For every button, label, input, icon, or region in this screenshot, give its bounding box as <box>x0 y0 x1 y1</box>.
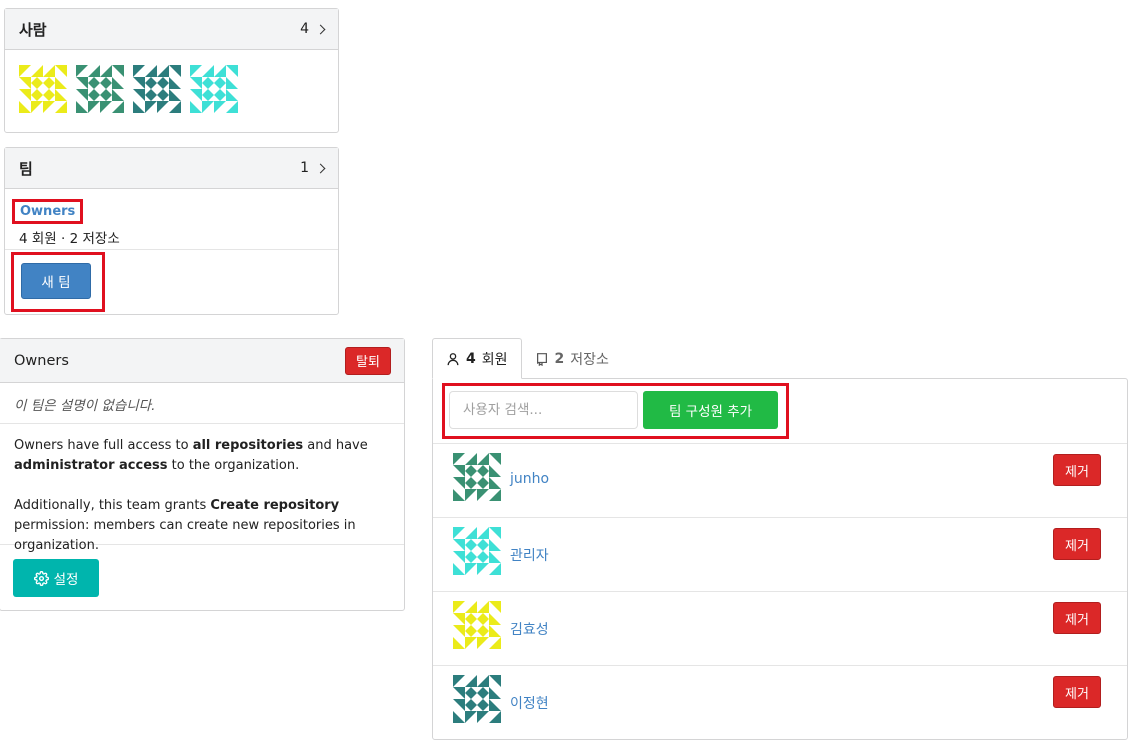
members-panel: 팀 구성원 추가 junho 제거 관리자 제거 김효성 제거 이정현 제거 <box>432 378 1128 740</box>
avatar[interactable] <box>453 601 501 649</box>
avatar[interactable] <box>453 527 501 575</box>
access-text: Owners have full access to all repositor… <box>14 438 368 473</box>
repos-tab-label: 저장소 <box>570 351 609 368</box>
team-meta: 4 회원 · 2 저장소 <box>19 231 120 247</box>
member-row: 김효성 제거 <box>433 592 1127 666</box>
add-member-button[interactable]: 팀 구성원 추가 <box>643 391 778 429</box>
repo-icon <box>536 353 547 366</box>
person-icon <box>447 352 459 365</box>
member-row: 이정현 제거 <box>433 666 1127 740</box>
people-card: 사람 4 <box>4 8 339 133</box>
avatar[interactable] <box>133 65 181 113</box>
people-title: 사람 <box>19 20 47 39</box>
teams-count-value: 1 <box>300 160 309 176</box>
avatar[interactable] <box>453 675 501 723</box>
team-detail-title: Owners <box>14 352 69 369</box>
new-team-highlight: 새 팀 <box>11 252 105 312</box>
tab-members[interactable]: 4 회원 <box>432 338 522 379</box>
teams-card: 팀 1 Owners 4 회원 · 2 저장소 새 팀 <box>4 147 339 315</box>
team-link-owners[interactable]: Owners <box>12 199 84 224</box>
team-tabs: 4 회원 2 저장소 <box>432 338 622 379</box>
teams-count[interactable]: 1 <box>300 160 326 176</box>
remove-member-button[interactable]: 제거 <box>1053 676 1101 708</box>
gear-icon <box>33 570 49 586</box>
add-member-row: 팀 구성원 추가 <box>433 379 1127 444</box>
new-team-button[interactable]: 새 팀 <box>21 263 91 299</box>
people-count-value: 4 <box>300 21 309 37</box>
avatar[interactable] <box>190 65 238 113</box>
member-name[interactable]: junho <box>510 471 549 487</box>
team-description: 이 팀은 설명이 없습니다. <box>0 383 404 424</box>
members-count: 4 <box>466 350 476 367</box>
teams-title: 팀 <box>19 159 33 178</box>
member-row: 관리자 제거 <box>433 518 1127 592</box>
avatar[interactable] <box>453 453 501 501</box>
team-detail-header: Owners 탈퇴 <box>0 339 404 383</box>
repos-count: 2 <box>554 350 565 367</box>
member-row: junho 제거 <box>433 444 1127 518</box>
member-name[interactable]: 관리자 <box>510 545 549 565</box>
member-name[interactable]: 김효성 <box>510 619 549 639</box>
settings-button[interactable]: 설정 <box>13 559 99 597</box>
member-name[interactable]: 이정현 <box>510 693 549 713</box>
chevron-right-icon <box>315 163 326 173</box>
remove-member-button[interactable]: 제거 <box>1053 602 1101 634</box>
people-header[interactable]: 사람 4 <box>5 9 338 50</box>
teams-header[interactable]: 팀 1 <box>5 148 338 189</box>
team-list-item: Owners 4 회원 · 2 저장소 <box>5 189 338 250</box>
team-detail-card: Owners 탈퇴 이 팀은 설명이 없습니다. Owners have ful… <box>0 338 405 611</box>
user-search-input[interactable] <box>449 391 638 429</box>
avatar[interactable] <box>19 65 67 113</box>
add-member-highlight: 팀 구성원 추가 <box>442 383 789 439</box>
remove-member-button[interactable]: 제거 <box>1053 454 1101 486</box>
chevron-right-icon <box>315 24 326 34</box>
remove-member-button[interactable]: 제거 <box>1053 528 1101 560</box>
members-tab-label: 회원 <box>481 351 508 368</box>
people-avatars <box>5 50 338 113</box>
team-permissions: Owners have full access to all repositor… <box>0 424 404 553</box>
leave-team-button[interactable]: 탈퇴 <box>345 346 391 375</box>
tab-repositories[interactable]: 2 저장소 <box>522 338 622 379</box>
settings-label: 설정 <box>53 572 79 588</box>
avatar[interactable] <box>76 65 124 113</box>
people-count[interactable]: 4 <box>300 21 326 37</box>
